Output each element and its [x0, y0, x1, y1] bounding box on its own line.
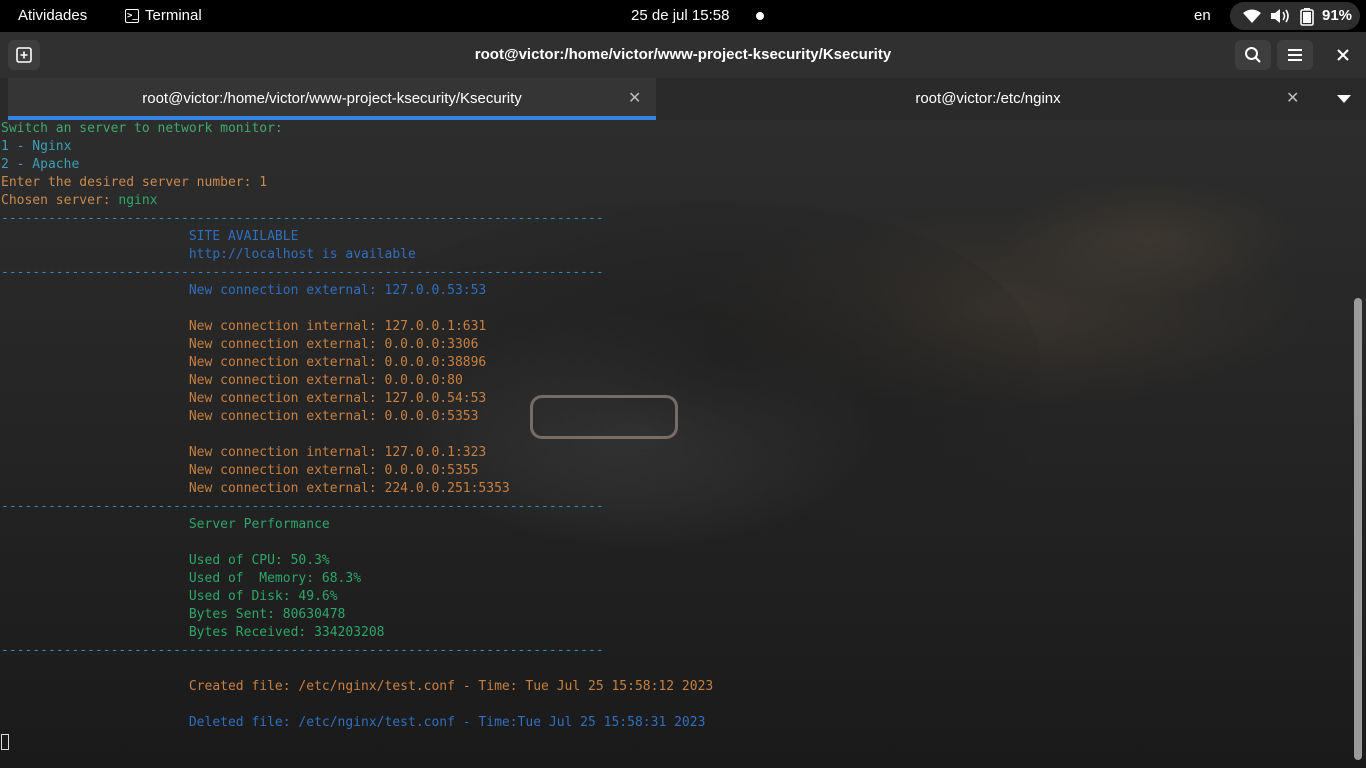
activities-button[interactable]: Atividades	[18, 7, 87, 24]
clock[interactable]: 25 de jul 15:58	[631, 7, 729, 24]
terminal-lines: Switch an server to network monitor: 1 - …	[1, 120, 713, 732]
window-title: root@victor:/home/victor/www-project-kse…	[474, 46, 892, 63]
terminal-line: Used of Memory: 68.3%	[1, 570, 713, 588]
terminal-output-area[interactable]: Switch an server to network monitor: 1 - …	[0, 120, 1366, 768]
terminal-line-accent: nginx	[118, 193, 158, 208]
terminal-line: Switch an server to network monitor:	[1, 120, 713, 138]
terminal-line-text: New connection external: 0.0.0.0:38896	[1, 355, 487, 370]
system-status-menu[interactable]: 91%	[1230, 2, 1360, 30]
tab-close-icon[interactable]: ✕	[1286, 88, 1299, 108]
main-menu-button[interactable]	[1277, 40, 1313, 70]
app-menu[interactable]: >_ Terminal	[125, 7, 202, 24]
terminal-line-text: Created file: /etc/nginx/test.conf - Tim…	[1, 679, 714, 694]
terminal-line: New connection external: 224.0.0.251:535…	[1, 480, 713, 498]
terminal-line-text: New connection external: 127.0.0.53:53	[1, 283, 487, 298]
terminal-line-text: 1 - Nginx	[1, 139, 72, 154]
tab-label: root@victor:/home/victor/www-project-kse…	[142, 90, 522, 107]
tab-label: root@victor:/etc/nginx	[915, 90, 1061, 107]
terminal-line-text: ----------------------------------------…	[1, 265, 604, 280]
terminal-line-text: New connection external: 0.0.0.0:3306	[1, 337, 479, 352]
tab-bar: root@victor:/home/victor/www-project-kse…	[0, 78, 1366, 120]
terminal-line-text: http://localhost is available	[1, 247, 416, 262]
terminal-line: http://localhost is available	[1, 246, 713, 264]
terminal-line: New connection external: 0.0.0.0:3306	[1, 336, 713, 354]
terminal-line-text: New connection external: 0.0.0.0:80	[1, 373, 463, 388]
terminal-line-text: New connection external: 0.0.0.0:5355	[1, 463, 479, 478]
terminal-line: Server Performance	[1, 516, 713, 534]
terminal-line: ----------------------------------------…	[1, 264, 713, 282]
terminal-line: New connection external: 127.0.0.54:53	[1, 390, 713, 408]
terminal-cursor	[1, 734, 9, 750]
terminal-line: Bytes Received: 334203208	[1, 624, 713, 642]
terminal-line-text: Used of Memory: 68.3%	[1, 571, 362, 586]
terminal-line-text: ----------------------------------------…	[1, 499, 604, 514]
terminal-line-text: Bytes Received: 334203208	[1, 625, 385, 640]
terminal-line: Used of Disk: 49.6%	[1, 588, 713, 606]
battery-percentage: 91%	[1322, 7, 1353, 24]
search-button[interactable]	[1235, 40, 1271, 70]
terminal-line: Enter the desired server number: 1	[1, 174, 713, 192]
close-window-button[interactable]	[1330, 40, 1356, 70]
terminal-line-text: Used of CPU: 50.3%	[1, 553, 330, 568]
terminal-line-text: Switch an server to network monitor:	[1, 121, 283, 136]
terminal-line: ----------------------------------------…	[1, 210, 713, 228]
terminal-line-text: SITE AVAILABLE	[1, 229, 299, 244]
terminal-line-text: Server Performance	[1, 517, 330, 532]
terminal-line: Chosen server: nginx	[1, 192, 713, 210]
tabs-dropdown-icon[interactable]	[1337, 95, 1351, 103]
terminal-line: Deleted file: /etc/nginx/test.conf - Tim…	[1, 714, 713, 732]
keyboard-layout-indicator[interactable]: en	[1194, 7, 1211, 24]
terminal-line: Bytes Sent: 80630478	[1, 606, 713, 624]
tab-etc-nginx[interactable]: root@victor:/etc/nginx ✕	[660, 78, 1316, 120]
battery-icon	[1300, 8, 1314, 26]
terminal-line-text: New connection external: 224.0.0.251:535…	[1, 481, 510, 496]
tab-close-icon[interactable]: ✕	[628, 88, 641, 108]
terminal-line: New connection internal: 127.0.0.1:323	[1, 444, 713, 462]
terminal-line: New connection external: 0.0.0.0:38896	[1, 354, 713, 372]
notification-dot-icon	[756, 12, 764, 20]
terminal-scrollbar[interactable]	[1354, 298, 1362, 760]
terminal-line: 2 - Apache	[1, 156, 713, 174]
terminal-line: ----------------------------------------…	[1, 498, 713, 516]
terminal-line: New connection external: 0.0.0.0:80	[1, 372, 713, 390]
tab-ksecurity[interactable]: root@victor:/home/victor/www-project-kse…	[8, 78, 656, 120]
terminal-line-text: New connection internal: 127.0.0.1:323	[1, 445, 487, 460]
terminal-line-text: New connection internal: 127.0.0.1:631	[1, 319, 487, 334]
app-menu-label: Terminal	[145, 7, 202, 24]
terminal-line: ----------------------------------------…	[1, 642, 713, 660]
search-icon	[1245, 47, 1261, 63]
terminal-line: Used of CPU: 50.3%	[1, 552, 713, 570]
hamburger-menu-icon	[1288, 49, 1302, 61]
terminal-line-text: Used of Disk: 49.6%	[1, 589, 338, 604]
terminal-line: New connection internal: 127.0.0.1:631	[1, 318, 713, 336]
terminal-line: New connection external: 0.0.0.0:5353	[1, 408, 713, 426]
window-header-bar: root@victor:/home/victor/www-project-kse…	[0, 32, 1366, 78]
terminal-line-text: Bytes Sent: 80630478	[1, 607, 346, 622]
top-bar: Atividades >_ Terminal 25 de jul 15:58 e…	[0, 0, 1366, 32]
terminal-line-text: Chosen server:	[1, 193, 119, 208]
terminal-line-text: ----------------------------------------…	[1, 643, 604, 658]
terminal-line: New connection external: 127.0.0.53:53	[1, 282, 713, 300]
terminal-line: New connection external: 0.0.0.0:5355	[1, 462, 713, 480]
terminal-line-text: 2 - Apache	[1, 157, 80, 172]
terminal-line: SITE AVAILABLE	[1, 228, 713, 246]
terminal-line: 1 - Nginx	[1, 138, 713, 156]
terminal-line-text: New connection external: 127.0.0.54:53	[1, 391, 487, 406]
terminal-line-text: ----------------------------------------…	[1, 211, 604, 226]
terminal-app-icon: >_	[125, 8, 139, 23]
terminal-line: Created file: /etc/nginx/test.conf - Tim…	[1, 678, 713, 696]
wifi-icon	[1243, 9, 1261, 23]
terminal-line-text: Enter the desired server number: 1	[1, 175, 268, 190]
volume-icon	[1271, 9, 1289, 23]
terminal-line-text: Deleted file: /etc/nginx/test.conf - Tim…	[1, 715, 706, 730]
close-icon	[1337, 49, 1349, 61]
terminal-line-text: New connection external: 0.0.0.0:5353	[1, 409, 479, 424]
